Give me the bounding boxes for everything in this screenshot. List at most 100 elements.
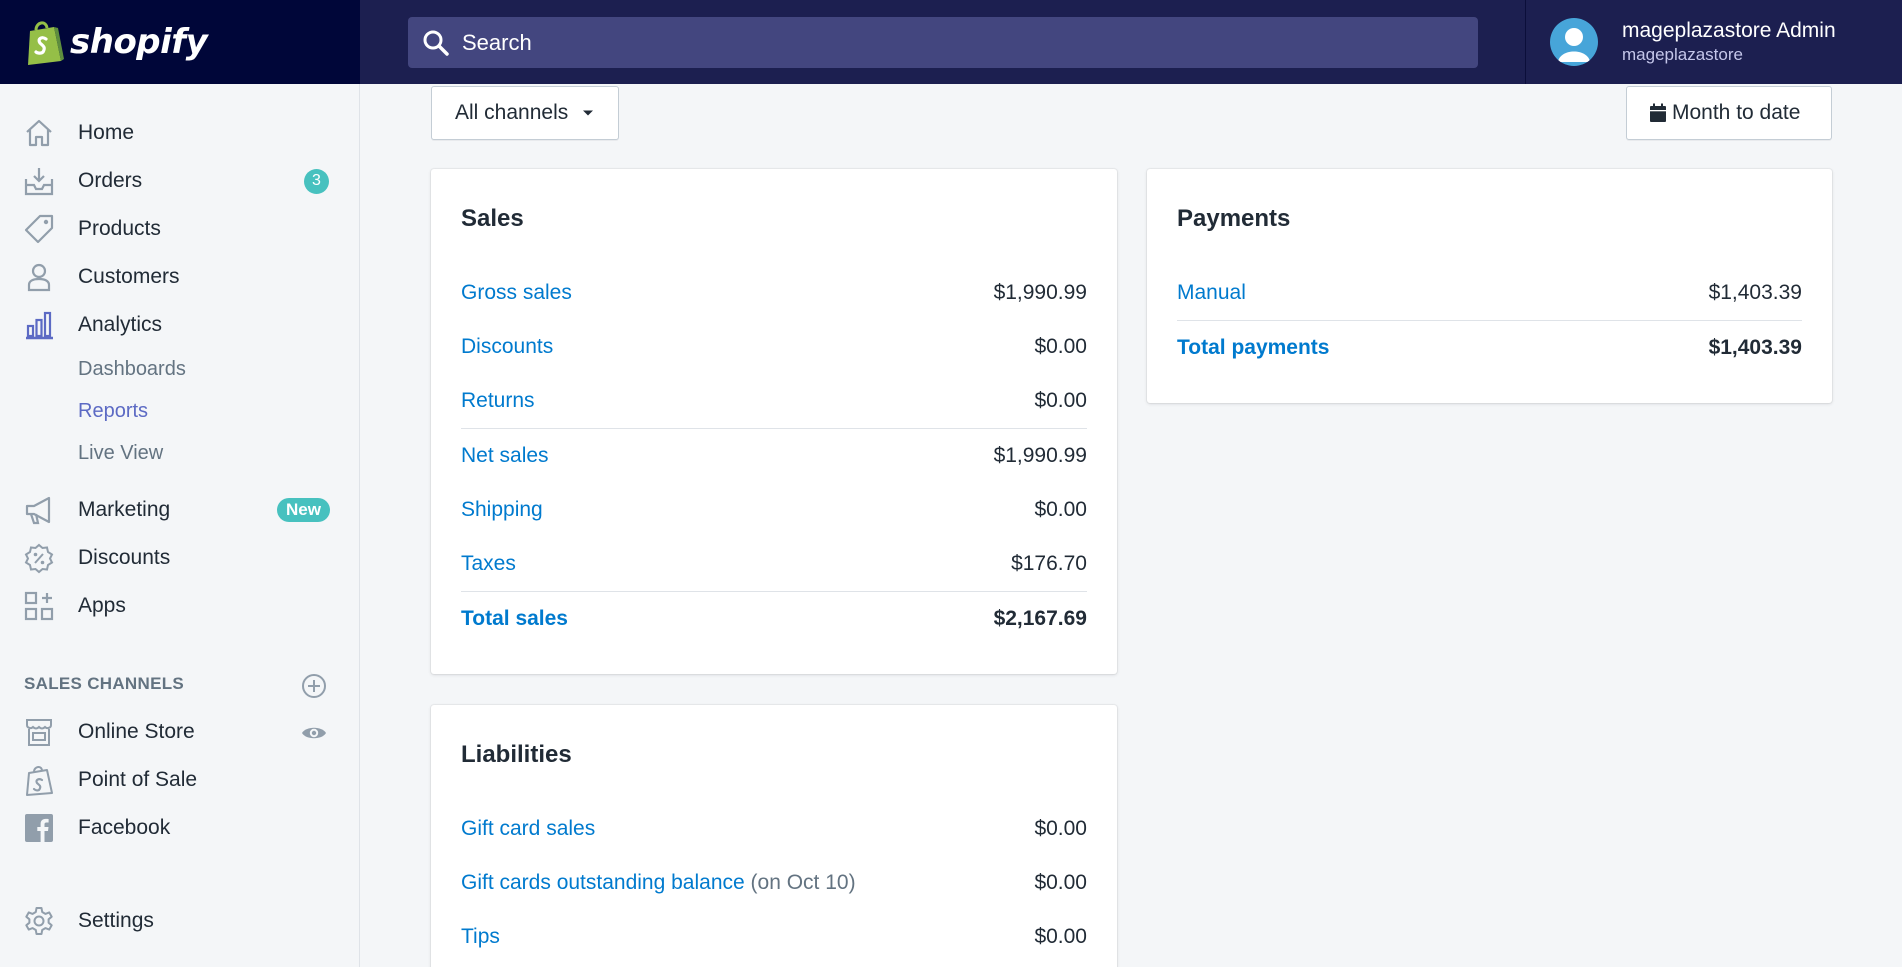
total-payments-link[interactable]: Total payments xyxy=(1177,336,1329,360)
sidebar-item-customers[interactable]: Customers xyxy=(0,253,360,301)
sidebar-item-facebook[interactable]: Facebook xyxy=(0,804,360,852)
bar-chart-icon xyxy=(22,308,56,342)
sidebar-item-products[interactable]: Products xyxy=(0,205,360,253)
sales-card-title: Sales xyxy=(461,205,524,232)
net-sales-link[interactable]: Net sales xyxy=(461,444,549,468)
sidebar-subitem-reports[interactable]: Reports xyxy=(78,400,148,423)
storefront-icon xyxy=(22,715,56,749)
gear-icon xyxy=(22,904,56,938)
calendar-icon xyxy=(1650,103,1666,122)
sales-row-net-sales: Net sales $1,990.99 xyxy=(461,428,1087,482)
tips-value: $0.00 xyxy=(1034,925,1087,948)
megaphone-icon xyxy=(22,493,56,527)
apps-grid-icon xyxy=(22,589,56,623)
sidebar-item-label: Facebook xyxy=(78,816,171,839)
sidebar-item-label: Orders xyxy=(78,169,143,192)
sales-channels-heading: SALES CHANNELS xyxy=(24,674,185,693)
new-badge: New xyxy=(277,498,330,522)
top-bar: shopify mageplazastore Admin mageplazast… xyxy=(0,0,1902,84)
person-icon xyxy=(22,260,56,294)
sidebar-subitem-live-view[interactable]: Live View xyxy=(78,442,163,465)
date-range-button[interactable]: Month to date xyxy=(1626,86,1832,140)
outstanding-balance-value: $0.00 xyxy=(1034,871,1087,894)
discounts-link[interactable]: Discounts xyxy=(461,335,553,359)
payments-row-manual: Manual $1,403.39 xyxy=(1177,266,1802,320)
sidebar-item-label: Products xyxy=(78,217,161,240)
date-range-label: Month to date xyxy=(1672,101,1801,124)
sidebar-item-label: Home xyxy=(78,121,135,144)
sales-card: Sales Gross sales $1,990.99 Discounts $0… xyxy=(431,169,1117,674)
outstanding-balance-link[interactable]: Gift cards outstanding balance xyxy=(461,871,745,894)
taxes-link[interactable]: Taxes xyxy=(461,552,516,576)
caret-down-icon xyxy=(583,110,594,116)
manual-link[interactable]: Manual xyxy=(1177,281,1246,305)
sidebar-item-label: Analytics xyxy=(78,313,163,336)
inbox-download-icon xyxy=(22,164,56,198)
eye-icon[interactable] xyxy=(300,719,328,747)
liabilities-row-gift-card-sales: Gift card sales $0.00 xyxy=(461,802,1087,856)
sidebar-item-label: Customers xyxy=(78,265,180,288)
sales-row-total-sales: Total sales $2,167.69 xyxy=(461,591,1087,645)
tag-icon xyxy=(22,212,56,246)
orders-count-badge: 3 xyxy=(304,168,329,194)
sales-row-returns: Returns $0.00 xyxy=(461,374,1087,428)
shopify-bag-icon xyxy=(22,763,56,797)
taxes-value: $176.70 xyxy=(1011,552,1087,575)
sidebar-item-label: Discounts xyxy=(78,546,171,569)
search-icon xyxy=(423,30,449,56)
liabilities-row-tips: Tips $0.00 xyxy=(461,910,1087,964)
sidebar-item-label: Marketing xyxy=(78,498,171,521)
add-sales-channel-icon[interactable] xyxy=(300,672,328,700)
outstanding-balance-date-note: (on Oct 10) xyxy=(750,871,856,894)
channel-filter-label: All channels xyxy=(455,101,569,124)
sales-row-taxes: Taxes $176.70 xyxy=(461,537,1087,591)
sidebar-item-orders[interactable]: Orders 3 xyxy=(0,157,360,205)
sales-row-discounts: Discounts $0.00 xyxy=(461,320,1087,374)
tips-link[interactable]: Tips xyxy=(461,925,500,949)
user-menu[interactable]: mageplazastore Admin mageplazastore xyxy=(1525,0,1902,84)
sidebar-item-analytics[interactable]: Analytics xyxy=(0,301,360,349)
returns-value: $0.00 xyxy=(1034,389,1087,412)
shopify-logo[interactable]: shopify xyxy=(0,0,360,84)
sidebar-item-apps[interactable]: Apps xyxy=(0,582,360,630)
discounts-value: $0.00 xyxy=(1034,335,1087,358)
gross-sales-value: $1,990.99 xyxy=(993,281,1087,304)
sales-row-gross-sales: Gross sales $1,990.99 xyxy=(461,266,1087,320)
liabilities-card: Liabilities Gift card sales $0.00 Gift c… xyxy=(431,705,1117,967)
user-name: mageplazastore Admin xyxy=(1622,19,1836,42)
user-avatar-icon xyxy=(1558,28,1590,62)
store-name: mageplazastore xyxy=(1622,45,1743,64)
manual-value: $1,403.39 xyxy=(1708,281,1802,304)
sidebar-item-home[interactable]: Home xyxy=(0,109,360,157)
search-input[interactable] xyxy=(462,29,1422,56)
gross-sales-link[interactable]: Gross sales xyxy=(461,281,572,305)
gift-card-sales-link[interactable]: Gift card sales xyxy=(461,817,595,841)
total-sales-value: $2,167.69 xyxy=(993,606,1087,630)
sidebar: Home Orders 3 Products Customers Analyti… xyxy=(0,84,360,967)
discount-icon xyxy=(22,541,56,575)
channel-filter-button[interactable]: All channels xyxy=(431,86,619,140)
sidebar-item-point-of-sale[interactable]: Point of Sale xyxy=(0,756,360,804)
total-sales-link[interactable]: Total sales xyxy=(461,607,568,631)
brand-name: shopify xyxy=(70,22,208,62)
sidebar-item-label: Settings xyxy=(78,909,154,932)
sidebar-subitem-dashboards[interactable]: Dashboards xyxy=(78,358,186,381)
avatar[interactable] xyxy=(1550,18,1598,66)
shopify-bag-icon xyxy=(28,21,64,65)
payments-card-title: Payments xyxy=(1177,205,1291,232)
sidebar-item-marketing[interactable]: Marketing New xyxy=(0,486,360,534)
gift-card-sales-value: $0.00 xyxy=(1034,817,1087,840)
home-icon xyxy=(22,116,56,150)
facebook-icon xyxy=(22,811,56,845)
shipping-link[interactable]: Shipping xyxy=(461,498,543,522)
sales-row-shipping: Shipping $0.00 xyxy=(461,483,1087,537)
returns-link[interactable]: Returns xyxy=(461,389,535,413)
sidebar-item-discounts[interactable]: Discounts xyxy=(0,534,360,582)
total-payments-value: $1,403.39 xyxy=(1708,335,1802,359)
sidebar-item-label: Apps xyxy=(78,594,126,617)
shipping-value: $0.00 xyxy=(1034,498,1087,521)
sidebar-item-settings[interactable]: Settings xyxy=(0,897,360,945)
payments-card: Payments Manual $1,403.39 Total payments… xyxy=(1147,169,1832,403)
liabilities-row-outstanding-balance: Gift cards outstanding balance (on Oct 1… xyxy=(461,856,1087,910)
search-bar[interactable] xyxy=(408,17,1478,68)
